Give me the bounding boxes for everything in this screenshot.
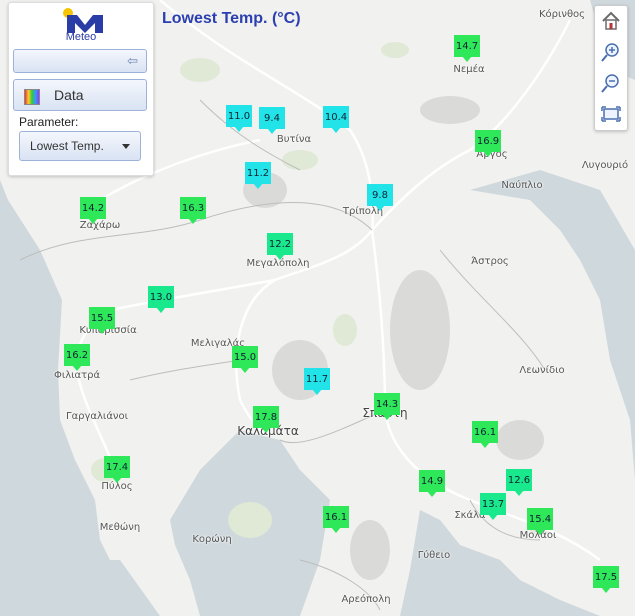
station-marker[interactable]: 9.4 bbox=[259, 107, 285, 134]
data-button-label: Data bbox=[54, 87, 84, 103]
station-marker[interactable]: 11.7 bbox=[304, 368, 330, 395]
place-label: Αρεόπολη bbox=[341, 594, 391, 605]
home-button[interactable] bbox=[600, 10, 622, 32]
station-marker[interactable]: 11.0 bbox=[226, 105, 252, 132]
place-label: Φιλιατρά bbox=[53, 370, 101, 381]
place-label: Μεθώνη bbox=[99, 522, 141, 533]
station-marker[interactable]: 14.3 bbox=[374, 393, 400, 420]
station-marker[interactable]: 14.2 bbox=[80, 197, 106, 224]
station-marker[interactable]: 10.4 bbox=[323, 106, 349, 133]
parameter-label: Parameter: bbox=[19, 115, 79, 129]
control-panel: Meteo ⇦ Data Parameter: Lowest Temp. bbox=[8, 2, 154, 176]
place-label: Λεωνίδιο bbox=[519, 365, 565, 376]
parameter-select[interactable]: Lowest Temp. bbox=[19, 131, 141, 161]
palette-icon bbox=[24, 89, 40, 105]
station-marker[interactable]: 16.1 bbox=[323, 506, 349, 533]
home-icon bbox=[602, 11, 620, 30]
zoom-extent-button[interactable] bbox=[600, 103, 622, 125]
station-marker[interactable]: 13.0 bbox=[148, 286, 174, 313]
fit-extent-icon bbox=[601, 106, 621, 122]
chevron-down-icon bbox=[122, 144, 130, 149]
place-label: Κορώνη bbox=[192, 534, 232, 545]
station-marker[interactable]: 16.2 bbox=[64, 344, 90, 371]
place-label: Γύθειο bbox=[417, 550, 451, 561]
collapse-panel-button[interactable]: ⇦ bbox=[13, 49, 147, 73]
station-marker[interactable]: 15.4 bbox=[527, 508, 553, 535]
arrow-left-icon: ⇦ bbox=[127, 54, 138, 69]
station-marker[interactable]: 14.7 bbox=[454, 35, 480, 62]
place-label: Λυγουριό bbox=[581, 160, 629, 171]
station-marker[interactable]: 16.9 bbox=[475, 130, 501, 157]
station-marker[interactable]: 16.1 bbox=[472, 421, 498, 448]
zoom-out-icon bbox=[601, 74, 619, 93]
place-label: Άστρος bbox=[471, 256, 509, 267]
place-label: Νεμέα bbox=[453, 64, 485, 75]
place-label: Κόρινθος bbox=[538, 9, 586, 20]
station-marker[interactable]: 13.7 bbox=[480, 493, 506, 520]
zoom-in-icon bbox=[601, 43, 619, 62]
place-label: Γαργαλιάνοι bbox=[65, 411, 129, 422]
place-label: Ναύπλιο bbox=[501, 180, 543, 191]
map-controls bbox=[594, 5, 628, 131]
parameter-selected-value: Lowest Temp. bbox=[30, 139, 104, 153]
station-marker[interactable]: 15.5 bbox=[89, 307, 115, 334]
station-marker[interactable]: 17.4 bbox=[104, 456, 130, 483]
station-marker[interactable]: 12.6 bbox=[506, 469, 532, 496]
logo-text: Meteo bbox=[65, 31, 97, 43]
station-marker[interactable]: 15.0 bbox=[232, 346, 258, 373]
station-marker[interactable]: 12.2 bbox=[267, 233, 293, 260]
station-marker[interactable]: 17.8 bbox=[253, 406, 279, 433]
place-label: Ζαχάρω bbox=[79, 220, 121, 231]
station-marker[interactable]: 9.8 bbox=[367, 184, 393, 211]
station-marker[interactable]: 16.3 bbox=[180, 197, 206, 224]
station-marker[interactable]: 14.9 bbox=[419, 470, 445, 497]
map-title: Lowest Temp. (°C) bbox=[162, 10, 301, 27]
data-button[interactable]: Data bbox=[13, 79, 147, 111]
zoom-out-button[interactable] bbox=[600, 72, 622, 94]
station-marker[interactable]: 17.5 bbox=[593, 566, 619, 593]
place-label: Βυτίνα bbox=[276, 134, 312, 145]
zoom-in-button[interactable] bbox=[600, 41, 622, 63]
station-marker[interactable]: 11.2 bbox=[245, 162, 271, 189]
